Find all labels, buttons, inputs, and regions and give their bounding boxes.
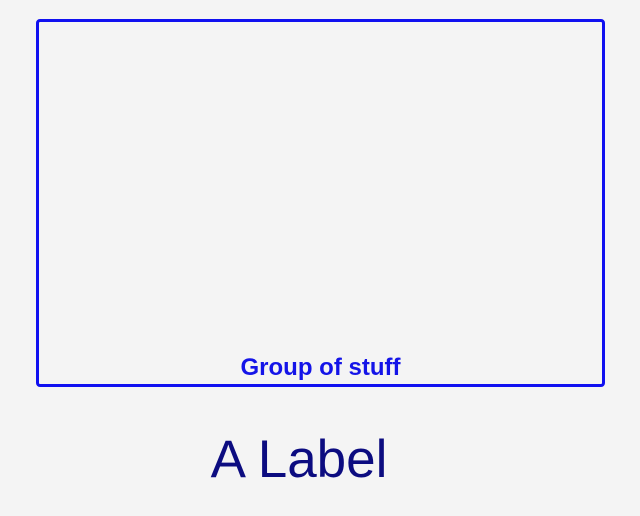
main-label: A Label	[210, 430, 388, 489]
group-box-caption: Group of stuff	[240, 354, 401, 381]
group-box: Group of stuff	[36, 19, 605, 387]
window-content: Group of stuff A Label	[0, 0, 640, 516]
